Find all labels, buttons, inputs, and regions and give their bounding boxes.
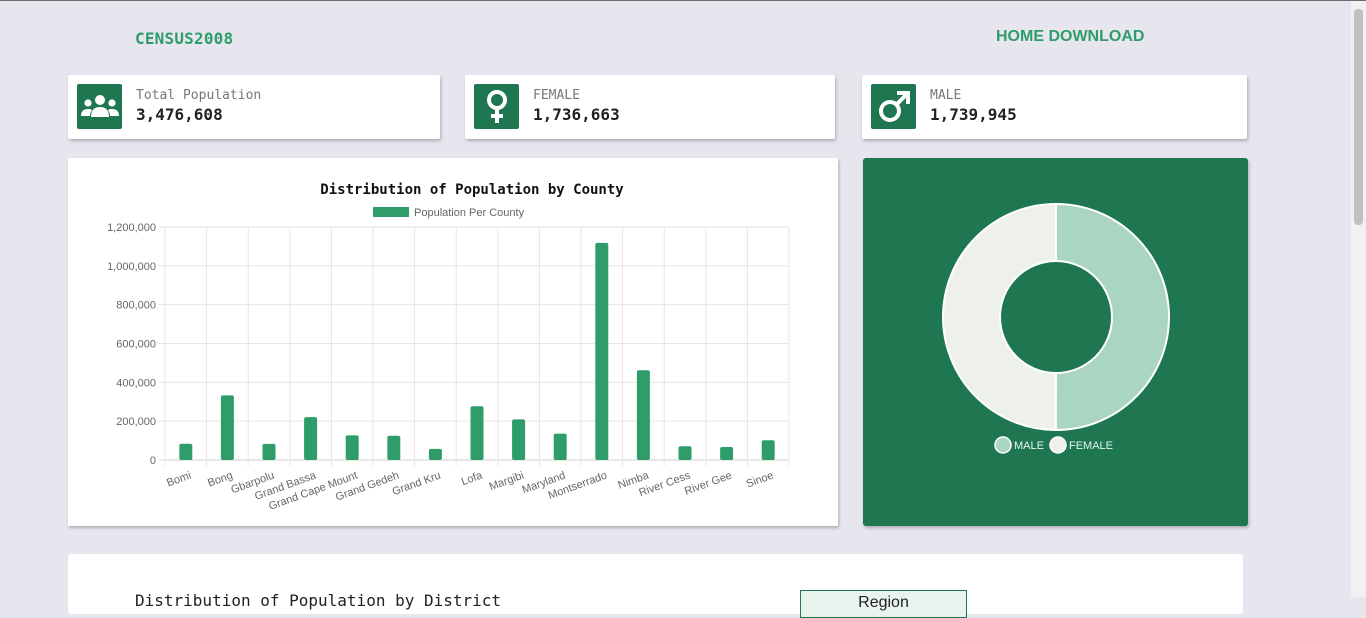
x-tick-label: Grand Kru — [391, 470, 443, 499]
female-icon — [474, 84, 519, 129]
bar-lofa[interactable] — [470, 406, 484, 460]
y-tick-label: 200,000 — [116, 416, 156, 428]
x-tick-label: Bomi — [165, 470, 193, 490]
region-button[interactable]: Region — [800, 590, 967, 618]
gender-doughnut-chart: MALE FEMALE — [941, 202, 1170, 454]
stat-value: 3,476,608 — [136, 105, 223, 124]
y-tick-label: 1,000,000 — [107, 261, 156, 273]
stat-label: Total Population — [136, 88, 262, 103]
nav-home-link[interactable]: HOME — [996, 28, 1044, 45]
people-group-icon — [77, 84, 122, 129]
bar-grand-gedeh[interactable] — [387, 435, 401, 460]
legend-label: FEMALE — [1069, 440, 1113, 452]
bar-grand-kru[interactable] — [428, 448, 442, 460]
bar-margibi[interactable] — [512, 419, 526, 460]
page-scrollbar[interactable] — [1351, 1, 1366, 597]
gender-chart-panel: MALE FEMALE — [863, 158, 1248, 526]
brand-logo[interactable]: CENSUS2008 — [135, 29, 233, 48]
bar-sinoe[interactable] — [761, 440, 775, 460]
stat-card-total: Total Population 3,476,608 — [68, 75, 440, 139]
top-nav: HOME DOWNLOAD — [996, 28, 1144, 46]
section-title: Distribution of Population by District — [135, 591, 502, 610]
legend-swatch — [994, 436, 1012, 454]
x-tick-label: Margibi — [488, 470, 526, 494]
bar-montserrado[interactable] — [595, 242, 609, 460]
bar-maryland[interactable] — [553, 433, 567, 460]
slice-female[interactable] — [941, 202, 1057, 432]
x-tick-label: Lofa — [460, 469, 485, 488]
bar-bomi[interactable] — [179, 443, 193, 460]
y-tick-label: 400,000 — [116, 377, 156, 389]
district-section: Distribution of Population by District R… — [68, 554, 1243, 618]
stat-value: 1,739,945 — [930, 105, 1017, 124]
x-tick-label: Sinoe — [745, 470, 776, 491]
bar-river-cess[interactable] — [678, 446, 692, 460]
legend-label: MALE — [1014, 440, 1044, 452]
bar-grand-cape-mount[interactable] — [345, 435, 359, 460]
legend-swatch — [1049, 436, 1067, 454]
legend-item-female[interactable]: FEMALE — [1049, 436, 1113, 454]
slice-male[interactable] — [1054, 202, 1170, 432]
stat-label: MALE — [930, 88, 962, 103]
chart-legend[interactable]: Population Per County — [373, 207, 525, 219]
stat-label: FEMALE — [533, 88, 580, 103]
bar-grand-bassa[interactable] — [304, 417, 318, 460]
y-tick-label: 600,000 — [116, 339, 156, 351]
scrollbar-thumb[interactable] — [1354, 9, 1363, 225]
chart-title: Distribution of Population by County — [320, 182, 624, 198]
stat-card-female: FEMALE 1,736,663 — [465, 75, 835, 139]
legend-item-male[interactable]: MALE — [994, 436, 1044, 454]
legend-swatch — [373, 207, 409, 217]
y-tick-label: 0 — [150, 455, 156, 467]
nav-download-link[interactable]: DOWNLOAD — [1048, 28, 1144, 45]
x-tick-label: River Gee — [683, 470, 734, 498]
bar-gbarpolu[interactable] — [262, 443, 276, 460]
legend-label: Population Per County — [414, 207, 525, 219]
bar-nimba[interactable] — [636, 370, 650, 460]
stat-value: 1,736,663 — [533, 105, 620, 124]
window-top-border — [0, 0, 1366, 1]
y-tick-label: 1,200,000 — [107, 222, 156, 234]
county-bar-chart: Distribution of Population by County Pop… — [107, 182, 790, 513]
male-icon — [871, 84, 916, 129]
bar-bong[interactable] — [220, 395, 234, 460]
y-tick-label: 800,000 — [116, 300, 156, 312]
county-chart-panel: Distribution of Population by County Pop… — [68, 158, 838, 526]
stat-card-male: MALE 1,739,945 — [862, 75, 1247, 139]
bar-river-gee[interactable] — [720, 446, 734, 460]
